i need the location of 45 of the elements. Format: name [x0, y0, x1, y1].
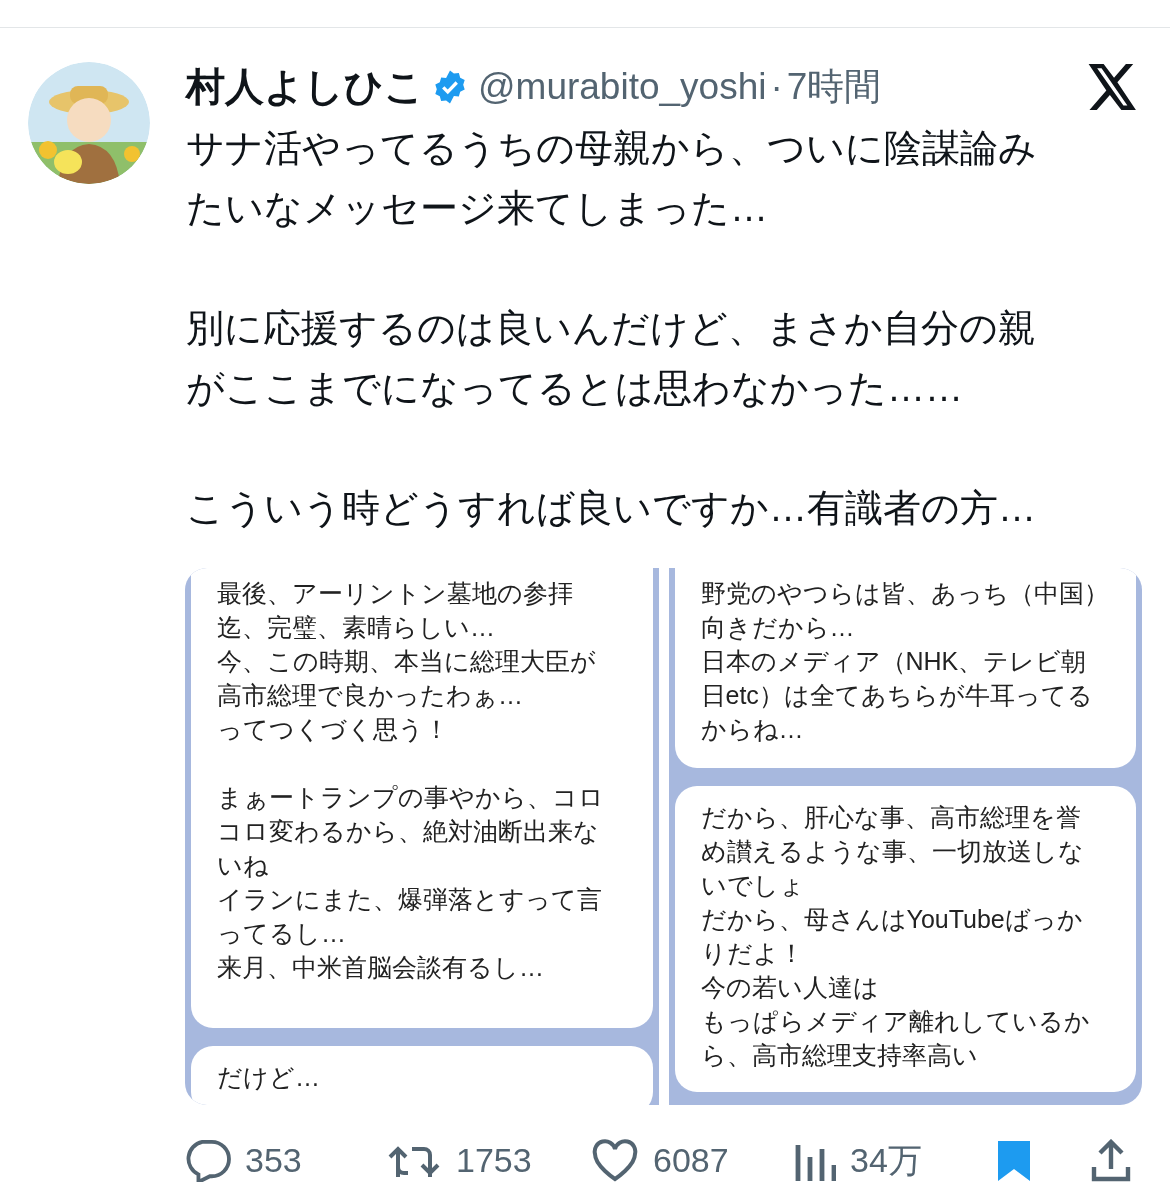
message-line: 高市総理で良かったわぁ… — [217, 680, 523, 711]
message-line: 日本のメディア（NHK、テレビ朝 — [700, 646, 1087, 677]
message-line: 日etc）は全てあちらが牛耳ってる — [700, 680, 1093, 711]
message-line: だから、母さんはYouTubeばっか — [700, 904, 1083, 935]
author-name[interactable]: 村人よしひこ — [186, 57, 424, 117]
post-text-line: がここまでになってるとは思わなかった…… — [186, 366, 963, 411]
x-logo-icon — [1088, 64, 1138, 110]
message-line: 来月、中米首脳会談有るし… — [217, 952, 544, 983]
message-line: まぁートランプの事やから、コロ — [217, 782, 604, 813]
share-button[interactable] — [1090, 1138, 1132, 1183]
message-line: だけど… — [217, 1062, 320, 1093]
message-line: ら、高市総理支持率高い — [700, 1040, 978, 1071]
like-button[interactable]: 6087 — [591, 1135, 794, 1186]
message-line: だから、肝心な事、高市総理を誉 — [700, 802, 1081, 833]
post-text-line: サナ活やってるうちの母親から、ついに陰謀論み — [186, 126, 1037, 171]
post-text-line: こういう時どうすれば良いですか…有識者の方… — [186, 486, 1036, 531]
post-time[interactable]: 7時間 — [786, 59, 882, 115]
reply-button[interactable]: 353 — [185, 1135, 388, 1186]
message-line: め讃えるような事、一切放送しな — [700, 836, 1084, 867]
message-line: いでしょ — [700, 870, 805, 901]
message-line: 今、この時期、本当に総理大臣が — [217, 646, 596, 677]
chat-screenshot[interactable]: 野党のやつらは皆、あっち（中国） 向きだから… 日本のメディア（NHK、テレビ朝 日etc）は全てあちらが牛耳ってる からね… だから、肝心な事、高市総理を誉 め讃えるような事、一切放送しな いでしょ だから、母さんはYouTubeばっか りだよ！ 今の若い人達は もっぱらメディア離れしているか ら、高市総理支持率高い — [668, 568, 1142, 1105]
message-line: 迄、完璧、素晴らしい… — [217, 612, 495, 643]
post-text-line: たいなメッセージ来てしまった… — [186, 186, 768, 231]
author-handle[interactable]: @murabito_yoshi — [478, 59, 767, 115]
post-text-line: 別に応援するのは良いんだけど、まさか自分の親 — [186, 306, 1036, 351]
reply-icon — [185, 1139, 231, 1182]
message-line: 今の若い人達は — [700, 972, 879, 1003]
message-line: りだよ！ — [700, 938, 804, 969]
message-line: もっぱらメディア離れしているか — [700, 1006, 1090, 1037]
repost-button[interactable]: 1753 — [388, 1135, 591, 1186]
separator: · — [770, 65, 783, 110]
message-line: コロ変わるから、絶対油断出来な — [217, 816, 599, 847]
message-line: ってるし… — [217, 918, 346, 949]
views-button[interactable]: 34万 — [794, 1135, 994, 1186]
share-icon — [1090, 1138, 1132, 1183]
chat-screenshot[interactable]: 最後、アーリントン墓地の参拝 迄、完璧、素晴らしい… 今、この時期、本当に総理大臣が 高市総理で良かったわぁ… ってつくづく思う！ まぁートランプの事やから、コロ コロ変わるから、絶対油断出来な いね イランにまた、爆弾落とすって言 ってるし… 来月、中米首脳会談有るし… だけど… — [185, 568, 659, 1105]
message-line: 最後、アーリントン墓地の参拝 — [217, 578, 573, 609]
message-line: からね… — [700, 714, 804, 745]
message-line: ってつくづく思う！ — [217, 714, 449, 745]
message-line: 向きだから… — [700, 612, 855, 643]
message-line: 野党のやつらは皆、あっち（中国） — [700, 578, 1109, 609]
message-line: イランにまた、爆弾落とすって言 — [217, 884, 602, 915]
heart-icon — [591, 1138, 639, 1183]
message-line: いね — [217, 850, 269, 881]
